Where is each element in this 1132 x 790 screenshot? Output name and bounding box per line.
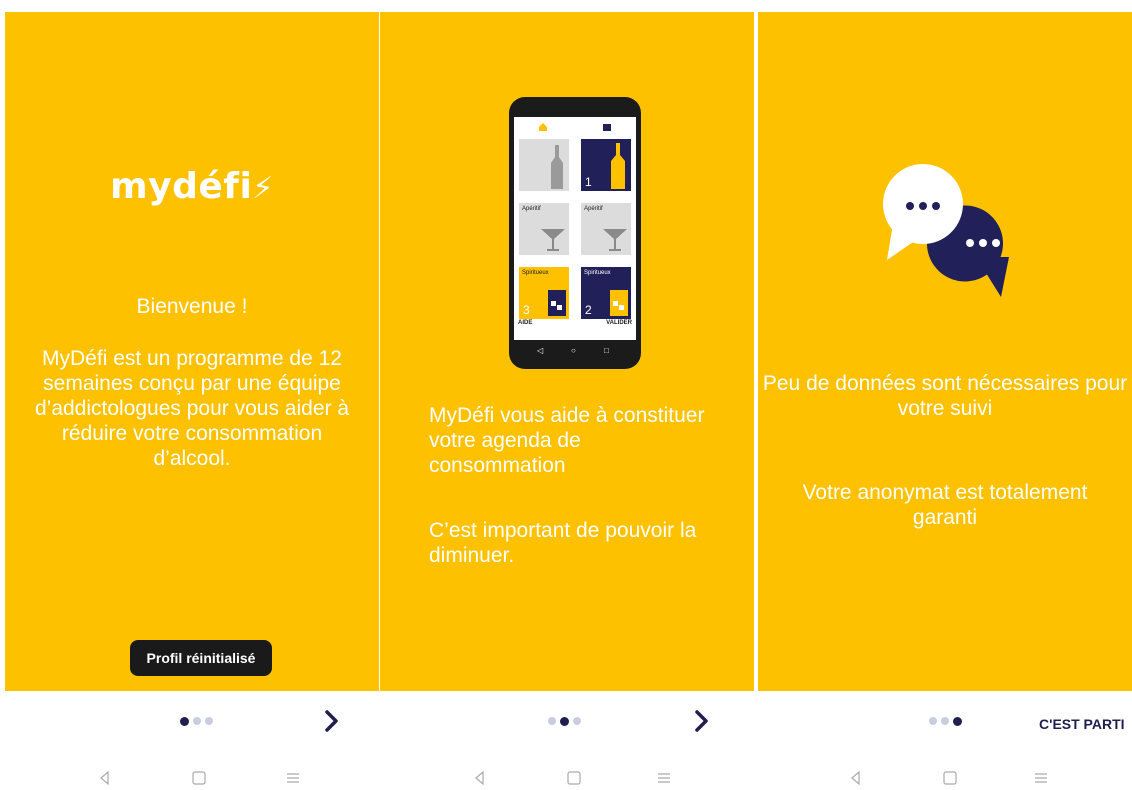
house-icon <box>539 123 547 131</box>
back-icon[interactable] <box>97 770 113 786</box>
start-button[interactable]: C'EST PARTI <box>1039 716 1125 732</box>
page-dot <box>929 717 937 725</box>
tile <box>519 139 569 191</box>
page-dot <box>941 717 949 725</box>
tile: Spiritueux 2 <box>581 267 631 319</box>
phone-mockup: 1 Apéritif Apéritif Spiritueux 3 Spiritu… <box>509 97 641 369</box>
onboarding-panel-2: 1 Apéritif Apéritif Spiritueux 3 Spiritu… <box>380 12 754 789</box>
system-nav-bar <box>5 770 379 790</box>
next-arrow-icon[interactable] <box>319 709 343 733</box>
page-dot-active <box>953 716 962 726</box>
page-indicator <box>929 716 962 726</box>
system-nav-bar <box>758 770 1132 790</box>
system-nav-bar <box>380 770 754 790</box>
home-icon[interactable] <box>566 770 582 786</box>
feature-description: MyDéfi vous aide à constituer votre agen… <box>429 404 705 477</box>
anonymity-text: Votre anonymat est totalement garanti <box>802 481 1088 529</box>
onboarding-panel-3: Peu de données sont nécessaires pour vot… <box>758 12 1132 789</box>
tile: 1 <box>581 139 631 191</box>
home-icon[interactable] <box>191 770 207 786</box>
back-icon[interactable] <box>848 770 864 786</box>
home-icon[interactable] <box>942 770 958 786</box>
tile: Apéritif <box>581 203 631 255</box>
page-indicator <box>548 716 581 726</box>
back-icon[interactable] <box>472 770 488 786</box>
menu-icon[interactable] <box>1033 770 1049 786</box>
page-dot <box>193 717 201 725</box>
menu-icon[interactable] <box>285 770 301 786</box>
feature-note: C’est important de pouvoir la diminuer. <box>429 519 697 567</box>
tile: Apéritif <box>519 203 569 255</box>
onboarding-panel-1: mydéfi⚡ Bienvenue ! MyDéfi est un progra… <box>5 12 379 789</box>
page-dot <box>548 717 556 725</box>
page-dot <box>573 717 581 725</box>
chat-bubbles-icon <box>883 164 1009 297</box>
welcome-title: Bienvenue ! <box>136 295 248 318</box>
menu-icon[interactable] <box>656 770 672 786</box>
next-arrow-icon[interactable] <box>689 709 713 733</box>
page-indicator <box>180 716 213 726</box>
welcome-description: MyDéfi est un programme de 12 semaines c… <box>34 347 350 470</box>
page-dot-active <box>180 716 189 726</box>
phone-screen: 1 Apéritif Apéritif Spiritueux 3 Spiritu… <box>514 117 636 340</box>
toast-message: Profil réinitialisé <box>130 640 272 676</box>
phone-mockup-nav: ◁ ○ □ <box>537 346 609 355</box>
data-info-text: Peu de données sont nécessaires pour vot… <box>762 372 1128 420</box>
page-dot-active <box>560 716 569 726</box>
tile: Spiritueux 3 <box>519 267 569 319</box>
page-dot <box>205 717 213 725</box>
shop-icon <box>603 124 611 131</box>
bolt-icon: ⚡ <box>252 171 274 206</box>
app-logo: mydéfi⚡ <box>110 166 274 207</box>
panel-background <box>758 12 1132 691</box>
